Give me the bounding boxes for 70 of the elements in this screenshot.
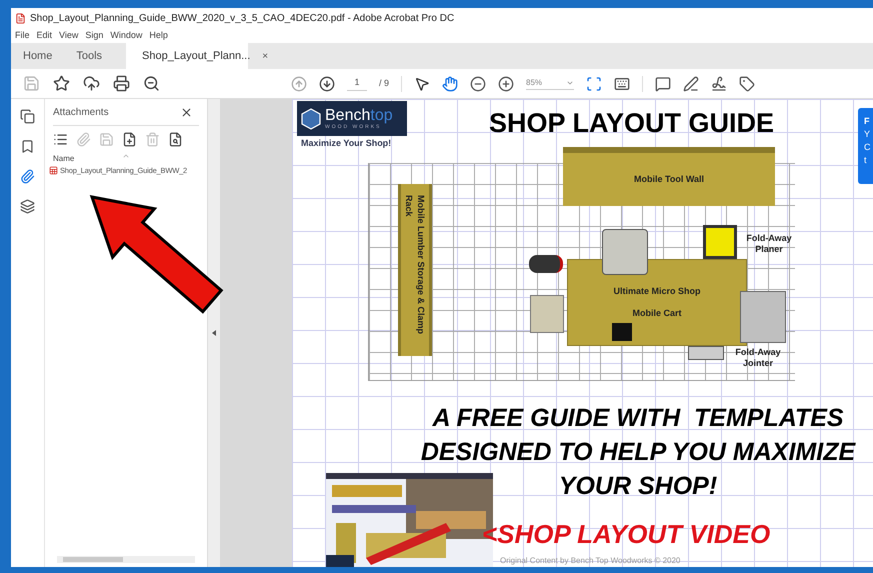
tab[interactable]: Home [11,43,64,69]
cube-icon [301,108,321,130]
sander-drawing [529,255,563,273]
cloud-upload-icon[interactable] [83,75,100,92]
pages-icon[interactable] [20,109,35,124]
popup-text: t [864,155,868,165]
close-tab-button[interactable]: × [262,48,268,64]
close-icon[interactable] [180,106,193,119]
popup-text: C [864,142,872,152]
popup-text: Y [864,129,872,139]
sort-icon [122,152,130,160]
search-icon[interactable] [168,132,183,147]
star-icon[interactable] [53,75,70,92]
window-title: Shop_Layout_Planning_Guide_BWW_2020_v_3_5_CAO_4DEC20.pdf - Adobe Acrobat Pro DC [30,12,454,26]
sign-icon[interactable] [711,76,728,92]
options-icon[interactable] [53,132,68,147]
column-header[interactable]: Name [53,153,74,165]
tag-icon[interactable] [739,76,756,92]
scroll-mode-icon[interactable] [614,76,630,92]
menu-item[interactable]: Help [149,31,168,40]
jointer-drawing [688,346,724,360]
print-icon[interactable] [113,75,130,92]
menu-item[interactable]: Sign [85,31,104,40]
hand-icon[interactable] [442,76,458,92]
zoom-dropdown[interactable]: 85% [526,77,574,90]
add-attachment-icon[interactable] [122,132,137,147]
scrollbar[interactable] [57,556,195,563]
menu-item[interactable]: Window [110,31,142,40]
layers-icon[interactable] [20,199,35,214]
slogan: Maximize Your Shop! [301,137,392,150]
tab[interactable]: Tools [64,43,114,69]
collapse-icon[interactable] [212,330,216,336]
footer-text: Original Content by Bench Top Woodworks © 2020 [500,555,680,567]
jointer-label: Fold-Away Jointer [734,347,782,369]
fit-page-icon[interactable] [586,76,602,92]
menu-item[interactable]: Edit [36,31,52,40]
page-number-field[interactable]: 1 [347,76,367,91]
menu-item[interactable]: File [15,31,30,40]
bookmark-icon[interactable] [20,139,35,154]
headline-line: A FREE GUIDE WITH TEMPLATES [432,404,844,433]
headline-line: DESIGNED TO HELP YOU MAXIMIZE [420,438,856,467]
page-total: / 9 [379,76,390,90]
lumber-rack-label: Mobile Lumber Storage & Clamp Rack [403,195,427,336]
pen-icon[interactable] [683,76,700,92]
menu-item[interactable]: View [59,31,78,40]
miter-saw-drawing [602,229,648,275]
table-saw-drawing [740,291,786,343]
paperclip-icon[interactable] [20,169,35,184]
popup-text: F [864,116,870,126]
cart-label: Mobile Cart [632,306,682,320]
file-icon [49,166,58,176]
logo-word: top [370,108,393,124]
panel-title: Attachments [53,106,109,120]
cart-label: Ultimate Micro Shop [613,285,700,298]
zoom-icon[interactable] [143,75,160,92]
router-drawing [612,323,632,341]
caret-icon[interactable] [566,79,574,87]
planer-drawing [703,225,737,259]
planer-label: Fold-Away Planer [745,233,793,255]
page-title: SHOP LAYOUT GUIDE [489,107,774,140]
logo-word: Bench [325,108,370,124]
pointer-icon[interactable] [414,76,430,92]
pdf-icon [15,13,26,24]
zoom-in-icon[interactable] [498,76,514,92]
zoom-out-icon[interactable] [470,76,486,92]
tool-wall-label: Mobile Tool Wall [634,172,704,186]
lathe-drawing [530,295,564,333]
headline-line: YOUR SHOP! [558,472,718,501]
video-link[interactable]: <SHOP LAYOUT VIDEO [482,519,770,549]
comment-icon[interactable] [655,76,672,92]
